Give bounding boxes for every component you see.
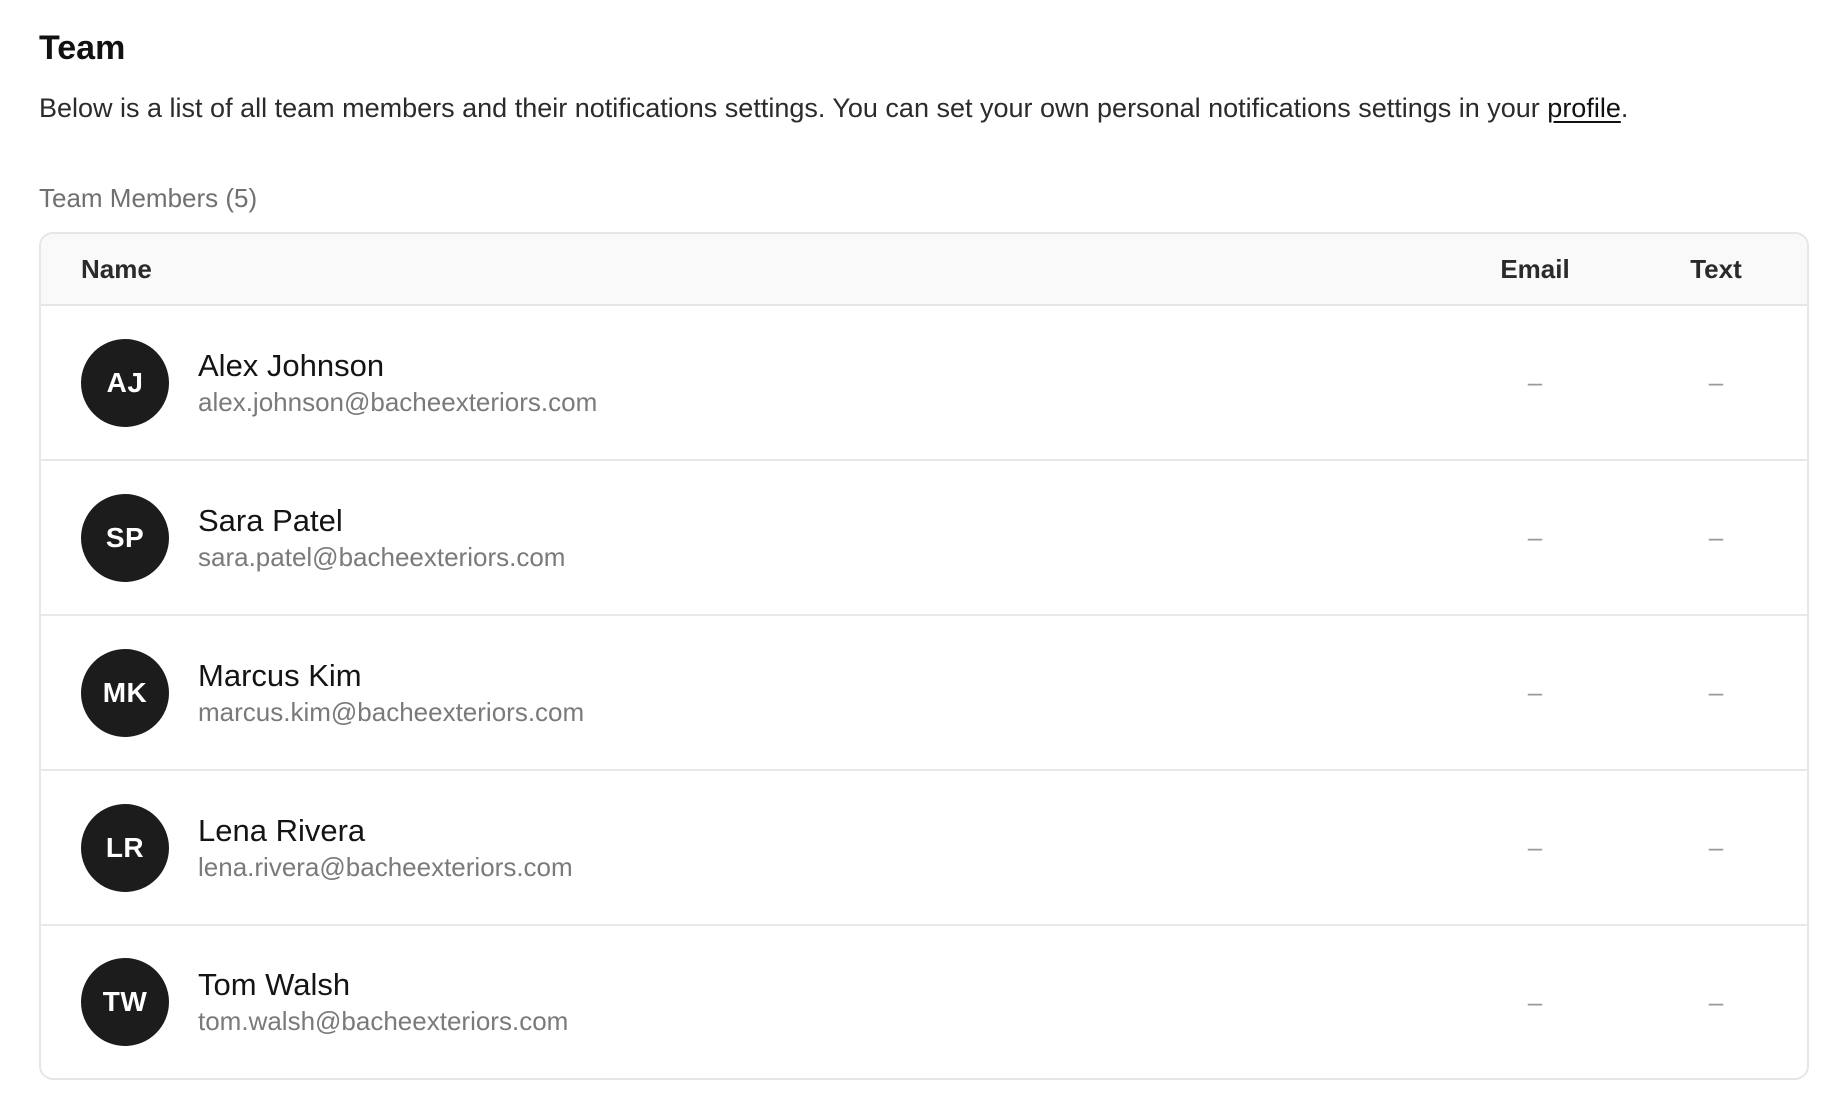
text-notification-setting[interactable]: – [1625,832,1807,863]
member-info: Marcus Kim marcus.kim@bacheexteriors.com [198,657,584,729]
email-notification-setting[interactable]: – [1445,522,1625,553]
avatar: SP [81,493,169,582]
text-notification-setting[interactable]: – [1625,367,1807,398]
member-cell: SP Sara Patel sara.patel@bacheexteriors.… [41,493,1445,582]
member-cell: MK Marcus Kim marcus.kim@bacheexteriors.… [41,648,1445,737]
table-row: SP Sara Patel sara.patel@bacheexteriors.… [41,461,1807,616]
column-header-name: Name [81,253,152,284]
member-name: Tom Walsh [198,967,351,1002]
table-header: Name Email Text [41,234,1807,306]
member-info: Alex Johnson alex.johnson@bacheexteriors… [198,347,597,419]
member-cell: LR Lena Rivera lena.rivera@bacheexterior… [41,803,1445,892]
profile-link[interactable]: profile [1547,93,1621,123]
description-period: . [1620,93,1629,123]
member-name: Lena Rivera [198,812,366,848]
member-info: Tom Walsh tom.walsh@bacheexteriors.com [198,966,568,1038]
table-row: MK Marcus Kim marcus.kim@bacheexteriors.… [41,616,1807,771]
text-notification-setting[interactable]: – [1625,987,1807,1018]
member-name: Alex Johnson [198,347,385,383]
page-title: Team [39,29,126,67]
member-info: Lena Rivera lena.rivera@bacheexteriors.c… [198,812,573,884]
member-info: Sara Patel sara.patel@bacheexteriors.com [198,502,565,574]
avatar: MK [81,648,169,737]
column-header-email: Email [1500,253,1570,284]
table-row: AJ Alex Johnson alex.johnson@bacheexteri… [41,306,1807,461]
page-description: Below is a list of all team members and … [39,90,1809,126]
email-notification-setting[interactable]: – [1445,832,1625,863]
text-notification-setting[interactable]: – [1625,677,1807,708]
member-cell: TW Tom Walsh tom.walsh@bacheexteriors.co… [41,958,1445,1046]
text-notification-setting[interactable]: – [1625,522,1807,553]
member-cell: AJ Alex Johnson alex.johnson@bacheexteri… [41,338,1445,427]
email-notification-setting[interactable]: – [1445,677,1625,708]
member-email: lena.rivera@bacheexteriors.com [198,851,573,882]
column-header-text: Text [1690,253,1742,284]
team-members-count-label: Team Members (5) [39,183,258,213]
description-text: Below is a list of all team members and … [39,93,1548,123]
team-members-table: Name Email Text AJ Alex Johnson alex.joh… [39,232,1809,1080]
email-notification-setting[interactable]: – [1445,987,1625,1018]
member-email: tom.walsh@bacheexteriors.com [198,1006,569,1036]
avatar: LR [81,803,169,892]
team-page: Team Below is a list of all team members… [39,28,1809,1080]
member-email: marcus.kim@bacheexteriors.com [198,696,585,727]
table-row: LR Lena Rivera lena.rivera@bacheexterior… [41,771,1807,926]
member-name: Sara Patel [198,502,343,538]
email-notification-setting[interactable]: – [1445,367,1625,398]
avatar: AJ [81,338,169,427]
member-email: alex.johnson@bacheexteriors.com [198,386,598,417]
table-row: TW Tom Walsh tom.walsh@bacheexteriors.co… [41,926,1807,1078]
avatar: TW [81,958,169,1046]
member-name: Marcus Kim [198,657,362,693]
member-email: sara.patel@bacheexteriors.com [198,541,566,572]
